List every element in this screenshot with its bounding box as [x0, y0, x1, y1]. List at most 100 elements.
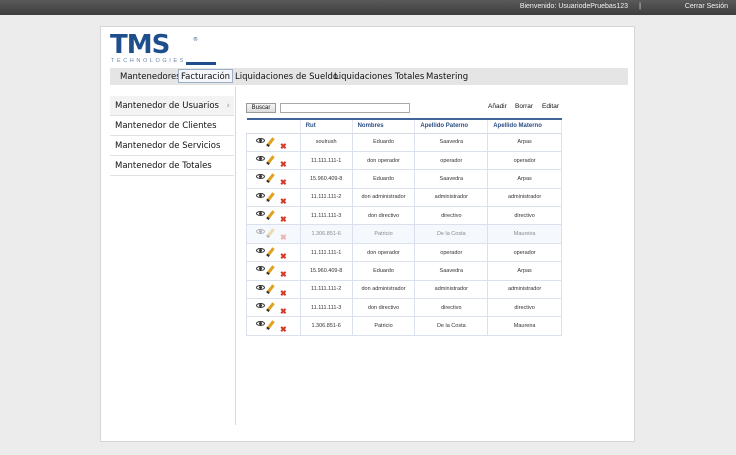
eye-icon[interactable]	[256, 155, 265, 161]
cell-apellido-materno: Maureira	[487, 224, 562, 244]
table-row[interactable]: ✖ 11.111.111-2 don administrador administra…	[246, 280, 562, 300]
table-row[interactable]: ✖ 15.960.409-8 Eduardo Saavedra Arpas	[246, 169, 562, 189]
welcome-text: Bienvenido: UsuariodePruebas123	[519, 3, 628, 10]
eye-icon[interactable]	[256, 137, 265, 143]
eye-icon[interactable]	[256, 321, 265, 327]
table-row[interactable]: ✖ 1.306.851-6 Patricio De la Costa Maureira	[246, 316, 562, 336]
menu-item-liquidaciones-totales[interactable]: Liquidaciones Totales	[334, 70, 424, 84]
pencil-icon[interactable]	[266, 210, 275, 220]
logo-tagline: TECHNOLOGIES	[111, 58, 186, 64]
sidebar-item-totales[interactable]: Mantenedor de Totales	[110, 156, 234, 176]
close-icon[interactable]: ✖	[280, 197, 287, 206]
cell-nombres: don administrador	[352, 280, 416, 300]
table-row[interactable]: ✖ 11.111.111-3 don directivo directivo direc…	[246, 298, 562, 318]
table-row[interactable]: ✖ 11.111.111-1 don operador operador operado…	[246, 243, 562, 263]
cell-apellido-paterno: De la Costa	[414, 316, 489, 336]
pencil-icon[interactable]	[266, 173, 275, 183]
eye-icon[interactable]	[256, 211, 265, 217]
table-header-row: Rut Nombres Apellido Paterno Apellido Ma…	[246, 118, 562, 134]
cell-nombres: don directivo	[352, 206, 416, 226]
close-icon[interactable]: ✖	[280, 160, 287, 169]
cell-nombres: don directivo	[352, 298, 416, 318]
pencil-icon[interactable]	[266, 283, 275, 294]
row-actions: ✖	[246, 243, 301, 263]
cell-apellido-paterno: Saavedra	[414, 133, 489, 152]
cell-rut: 11.111.111-2	[300, 188, 353, 208]
close-icon[interactable]: ✖	[280, 179, 287, 187]
table-row[interactable]: ✖ 11.111.111-3 don directivo directivo direc…	[246, 206, 562, 226]
eye-icon[interactable]	[256, 247, 265, 253]
menu-item-liquidaciones-sueldo[interactable]: Liquidaciones de Sueldo	[235, 70, 338, 84]
close-icon[interactable]: ✖	[280, 308, 287, 316]
pencil-icon[interactable]	[266, 136, 275, 147]
cell-rut: 11.111.111-2	[300, 280, 353, 300]
table-row[interactable]: ✖ 11.111.111-1 don operador operador operado…	[246, 151, 562, 171]
row-actions: ✖	[246, 188, 301, 208]
cell-apellido-paterno: directivo	[414, 206, 489, 226]
cell-rut: 11.111.111-1	[300, 151, 353, 171]
row-actions: ✖	[246, 151, 301, 171]
table-row[interactable]: ✖ soulrush Eduardo Saavedra Arpas	[246, 133, 562, 152]
table-row[interactable]: ✖ 1.306.851-6 Patricio De la Costa Maureira	[246, 224, 562, 244]
cell-rut: 11.111.111-1	[300, 243, 353, 263]
eye-icon[interactable]	[256, 284, 265, 290]
close-icon[interactable]: ✖	[280, 216, 287, 224]
tms-logo[interactable]: TMS ® TECHNOLOGIES	[110, 30, 216, 65]
sidebar-item-usuarios[interactable]: Mantenedor de Usuarios ›	[110, 96, 234, 116]
cell-apellido-paterno: operador	[414, 151, 489, 171]
eye-icon[interactable]	[256, 229, 265, 235]
close-icon[interactable]: ✖	[280, 271, 287, 279]
pencil-icon[interactable]	[266, 247, 275, 257]
eye-icon[interactable]	[256, 192, 265, 198]
logout-link[interactable]: Cerrar Sesión	[685, 3, 728, 10]
cell-nombres: don operador	[352, 243, 416, 263]
column-header-nombres[interactable]: Nombres	[352, 118, 416, 134]
eye-icon[interactable]	[256, 174, 265, 180]
pencil-icon[interactable]	[266, 265, 275, 275]
cell-apellido-paterno: Saavedra	[414, 169, 489, 189]
cell-apellido-materno: administrador	[487, 280, 562, 300]
close-icon[interactable]: ✖	[280, 142, 287, 151]
sidebar-item-servicios[interactable]: Mantenedor de Servicios	[110, 136, 234, 156]
cell-rut: 11.111.111-3	[300, 206, 353, 226]
close-icon[interactable]: ✖	[280, 252, 287, 261]
logo-registered: ®	[193, 37, 198, 43]
pencil-icon[interactable]	[266, 191, 275, 202]
sidebar-item-label: Mantenedor de Totales	[115, 161, 212, 171]
nav-divider	[235, 87, 236, 425]
column-header-apellido-materno[interactable]: Apellido Materno	[487, 118, 562, 134]
main-panel: TMS ® TECHNOLOGIES Mantenedores Facturac…	[100, 26, 635, 442]
menu-item-mastering[interactable]: Mastering	[426, 70, 468, 84]
row-actions: ✖	[246, 280, 301, 300]
cell-apellido-paterno: administrador	[414, 280, 489, 300]
pencil-icon[interactable]	[266, 302, 275, 312]
row-actions: ✖	[246, 316, 301, 336]
edit-button[interactable]: Editar	[542, 103, 559, 110]
pencil-icon[interactable]	[266, 228, 275, 239]
close-icon[interactable]: ✖	[280, 326, 287, 334]
search-input[interactable]	[280, 103, 410, 113]
menu-item-facturacion[interactable]: Facturación	[178, 69, 234, 83]
search-button[interactable]: Buscar	[246, 103, 276, 113]
sidebar-item-clientes[interactable]: Mantenedor de Clientes	[110, 116, 234, 136]
close-icon[interactable]: ✖	[280, 234, 287, 242]
delete-button[interactable]: Borrar	[515, 103, 533, 110]
add-button[interactable]: Añadir	[488, 103, 507, 110]
cell-apellido-materno: Arpas	[487, 169, 562, 189]
cell-rut: 15.960.409-8	[300, 261, 353, 281]
logo-brand: TMS	[110, 30, 170, 60]
eye-icon[interactable]	[256, 266, 265, 272]
main-menu: Mantenedores Facturación Liquidaciones d…	[110, 68, 628, 85]
cell-apellido-materno: Arpas	[487, 133, 562, 152]
column-header-apellido-paterno[interactable]: Apellido Paterno	[414, 118, 489, 134]
cell-nombres: Patricio	[352, 224, 416, 244]
row-actions: ✖	[246, 298, 301, 318]
pencil-icon[interactable]	[266, 155, 275, 165]
column-header-rut[interactable]: Rut	[300, 118, 353, 134]
table-row[interactable]: ✖ 15.960.409-8 Eduardo Saavedra Arpas	[246, 261, 562, 281]
pencil-icon[interactable]	[266, 320, 275, 331]
close-icon[interactable]: ✖	[280, 289, 287, 298]
eye-icon[interactable]	[256, 303, 265, 309]
table-row[interactable]: ✖ 11.111.111-2 don administrador administra…	[246, 188, 562, 208]
menu-item-mantenedores[interactable]: Mantenedores	[120, 70, 181, 84]
